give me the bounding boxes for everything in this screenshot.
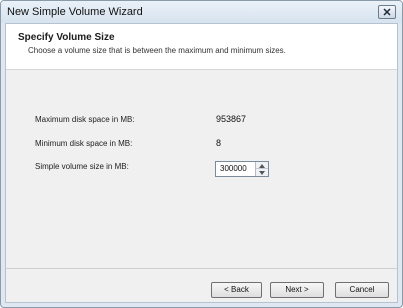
volume-size-value: 300000	[220, 164, 247, 173]
volume-size-spinner[interactable]	[255, 162, 268, 176]
wizard-window: New Simple Volume Wizard Specify Volume …	[0, 0, 403, 308]
next-button[interactable]: Next >	[270, 282, 324, 298]
cancel-button[interactable]: Cancel	[335, 282, 389, 298]
arrow-up-icon	[259, 164, 265, 168]
close-button[interactable]	[378, 5, 396, 19]
wizard-content: Specify Volume Size Choose a volume size…	[5, 23, 398, 303]
wizard-header: Specify Volume Size Choose a volume size…	[6, 24, 397, 70]
window-title: New Simple Volume Wizard	[7, 6, 143, 18]
volume-size-label: Simple volume size in MB:	[35, 162, 129, 171]
page-subtitle: Choose a volume size that is between the…	[28, 46, 286, 55]
min-size-label: Minimum disk space in MB:	[35, 139, 133, 148]
spin-down-button[interactable]	[256, 169, 268, 176]
max-size-value: 953867	[216, 114, 247, 124]
title-bar[interactable]: New Simple Volume Wizard	[1, 1, 402, 23]
back-button[interactable]: < Back	[211, 282, 262, 298]
close-icon	[383, 8, 391, 16]
min-size-value: 8	[216, 138, 222, 148]
spin-up-button[interactable]	[256, 162, 268, 169]
page-title: Specify Volume Size	[18, 32, 115, 43]
max-size-label: Maximum disk space in MB:	[35, 115, 135, 124]
arrow-down-icon	[259, 171, 265, 175]
volume-size-input[interactable]: 300000	[215, 161, 269, 177]
